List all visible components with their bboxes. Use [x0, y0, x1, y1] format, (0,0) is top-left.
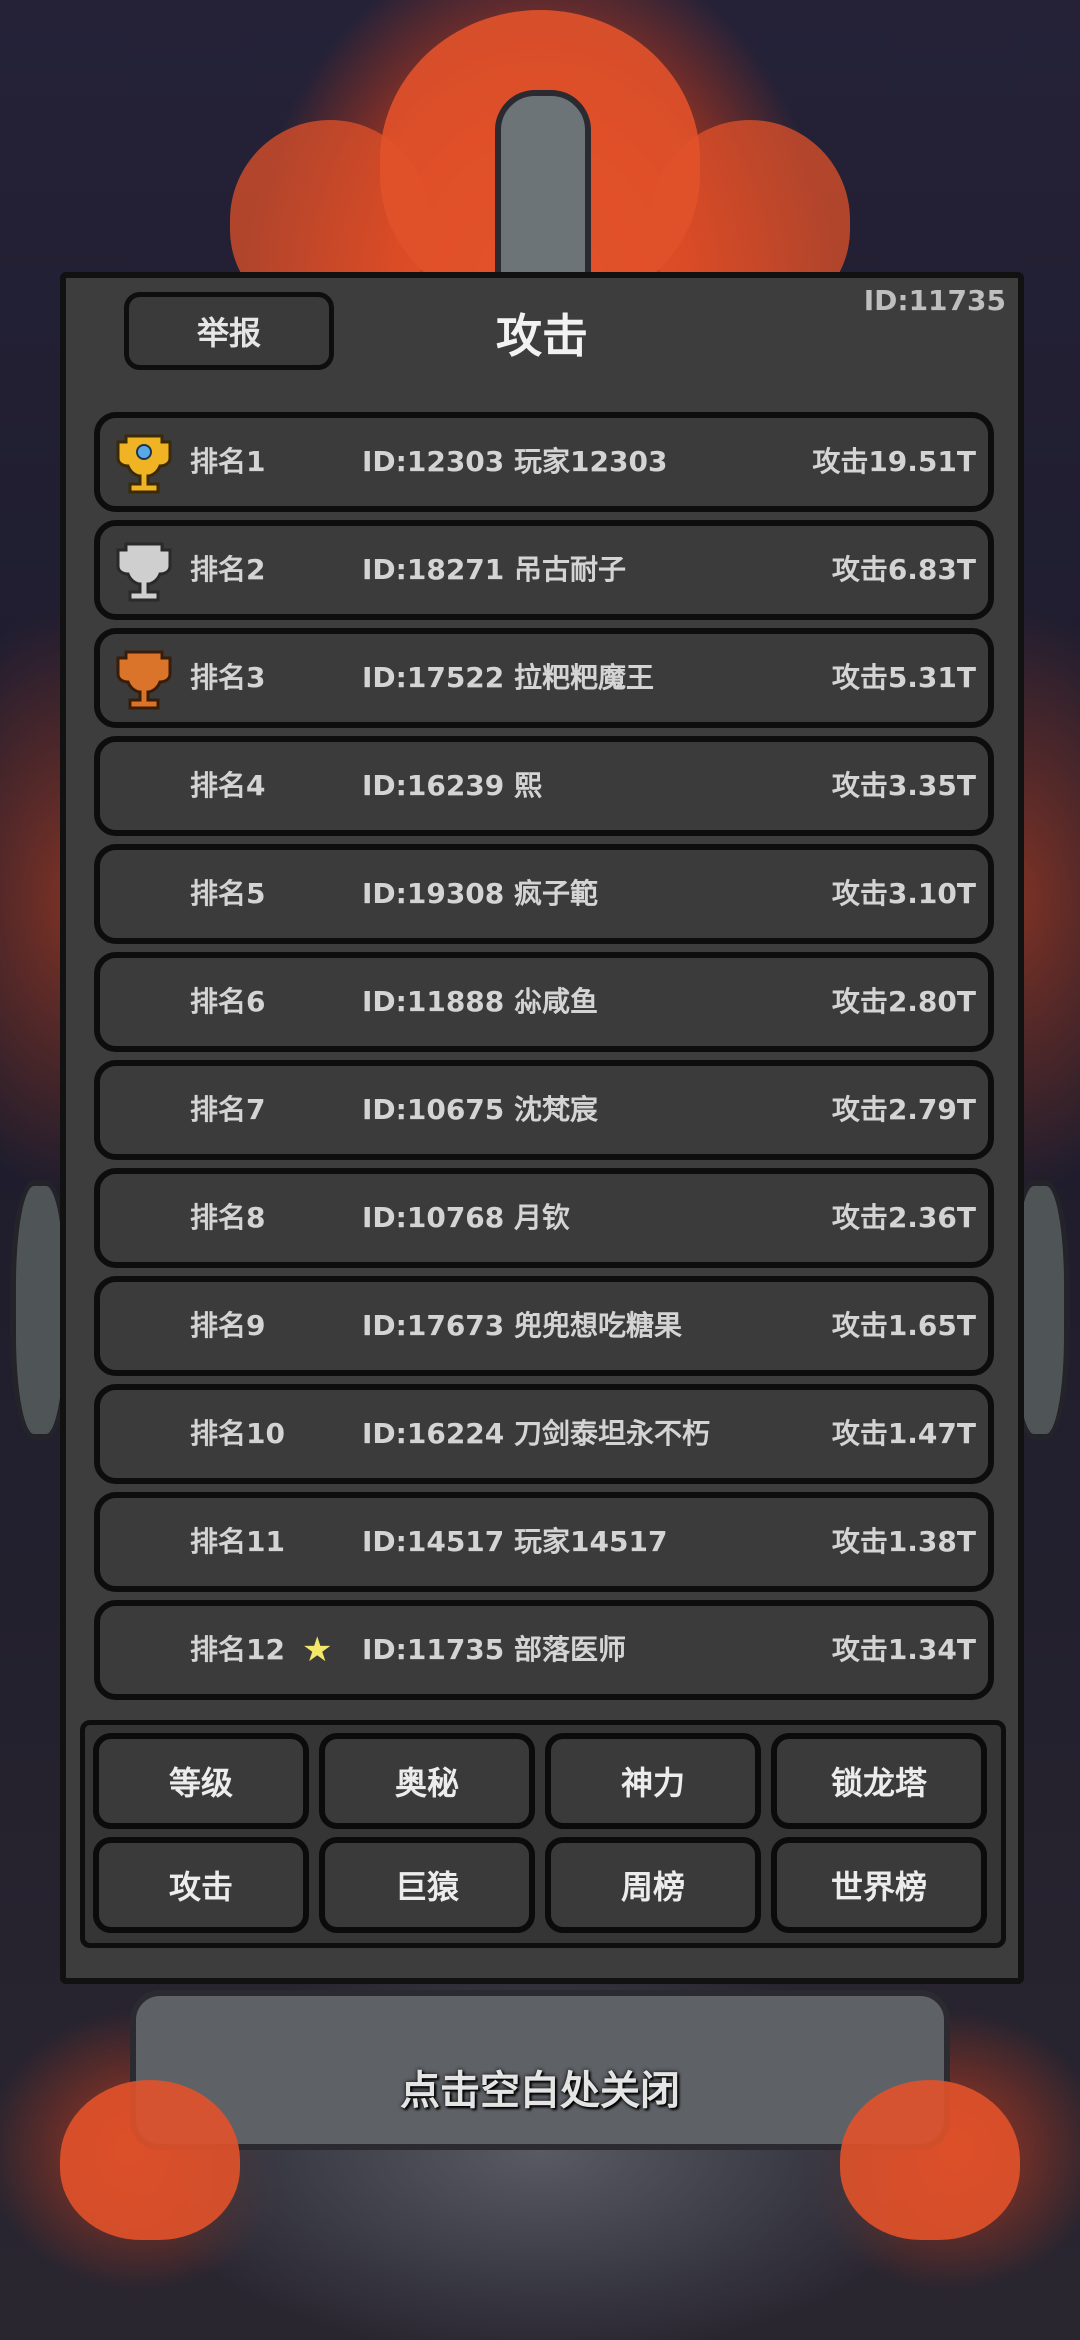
player-label: ID:12303 玩家12303 — [362, 445, 668, 478]
star-icon: ★ — [302, 1630, 333, 1670]
silver-trophy-icon — [116, 542, 172, 602]
attack-value: 攻击1.47T — [831, 1417, 976, 1450]
tab-weekly[interactable]: 周榜 — [545, 1837, 761, 1933]
rank-label: 排名4 — [190, 769, 266, 802]
player-label: ID:17673 兜兜想吃糖果 — [362, 1309, 683, 1342]
ranking-list[interactable]: 排名1 ID:12303 玩家12303 攻击19.51T 排名2 ID:182… — [94, 412, 994, 1702]
player-label: ID:16239 熙 — [362, 769, 543, 802]
ranking-row[interactable]: 排名5 ID:19308 疯子範 攻击3.10T — [94, 844, 994, 944]
rank-label: 排名10 — [190, 1417, 285, 1450]
ranking-row[interactable]: 排名10 ID:16224 刀剑泰坦永不朽 攻击1.47T — [94, 1384, 994, 1484]
rank-label: 排名5 — [190, 877, 266, 910]
tab-world[interactable]: 世界榜 — [771, 1837, 987, 1933]
ranking-row[interactable]: 排名3 ID:17522 拉粑粑魔王 攻击5.31T — [94, 628, 994, 728]
tab-divine-power[interactable]: 神力 — [545, 1733, 761, 1829]
player-label: ID:19308 疯子範 — [362, 877, 599, 910]
player-label: ID:11888 尛咸鱼 — [362, 985, 599, 1018]
ranking-row[interactable]: 排名11 ID:14517 玩家14517 攻击1.38T — [94, 1492, 994, 1592]
rank-label: 排名6 — [190, 985, 266, 1018]
attack-value: 攻击1.65T — [831, 1309, 976, 1342]
attack-value: 攻击19.51T — [812, 445, 976, 478]
ranking-row[interactable]: 排名6 ID:11888 尛咸鱼 攻击2.80T — [94, 952, 994, 1052]
tab-dragon-tower[interactable]: 锁龙塔 — [771, 1733, 987, 1829]
rank-label: 排名11 — [190, 1525, 285, 1558]
rank-label: 排名1 — [190, 445, 266, 478]
attack-value: 攻击1.38T — [831, 1525, 976, 1558]
rank-label: 排名2 — [190, 553, 266, 586]
page-title: 攻击 — [496, 309, 588, 363]
tab-giant-ape[interactable]: 巨猿 — [319, 1837, 535, 1933]
attack-value: 攻击2.79T — [831, 1093, 976, 1126]
ranking-row[interactable]: 排名8 ID:10768 月钦 攻击2.36T — [94, 1168, 994, 1268]
ranking-row[interactable]: 排名4 ID:16239 熙 攻击3.35T — [94, 736, 994, 836]
player-label: ID:11735 部落医师 — [362, 1633, 627, 1666]
attack-value: 攻击1.34T — [831, 1633, 976, 1666]
rank-label: 排名7 — [190, 1093, 266, 1126]
rank-label: 排名3 — [190, 661, 266, 694]
ranking-row[interactable]: 排名9 ID:17673 兜兜想吃糖果 攻击1.65T — [94, 1276, 994, 1376]
rank-label: 排名12 — [190, 1633, 285, 1666]
tab-attack[interactable]: 攻击 — [93, 1837, 309, 1933]
ranking-row[interactable]: 排名7 ID:10675 沈梵宸 攻击2.79T — [94, 1060, 994, 1160]
ranking-row[interactable]: 排名2 ID:18271 吊古耐子 攻击6.83T — [94, 520, 994, 620]
tab-level[interactable]: 等级 — [93, 1733, 309, 1829]
attack-value: 攻击3.10T — [831, 877, 976, 910]
tab-mystery[interactable]: 奥秘 — [319, 1733, 535, 1829]
player-label: ID:18271 吊古耐子 — [362, 553, 627, 586]
leaderboard-panel: ID:11735 举报 攻击 排名1 ID:12303 玩家12303 攻击19… — [60, 272, 1024, 1984]
gold-trophy-icon — [116, 434, 172, 494]
rank-label: 排名8 — [190, 1201, 266, 1234]
player-label: ID:17522 拉粑粑魔王 — [362, 661, 655, 694]
player-label: ID:10675 沈梵宸 — [362, 1093, 599, 1126]
player-label: ID:10768 月钦 — [362, 1201, 571, 1234]
attack-value: 攻击5.31T — [831, 661, 976, 694]
ranking-row-self[interactable]: 排名12 ★ ID:11735 部落医师 攻击1.34T — [94, 1600, 994, 1700]
stone-spire-decoration — [495, 90, 591, 290]
attack-value: 攻击3.35T — [831, 769, 976, 802]
rank-label: 排名9 — [190, 1309, 266, 1342]
ranking-row[interactable]: 排名1 ID:12303 玩家12303 攻击19.51T — [94, 412, 994, 512]
bronze-trophy-icon — [116, 650, 172, 710]
attack-value: 攻击6.83T — [831, 553, 976, 586]
player-label: ID:14517 玩家14517 — [362, 1525, 668, 1558]
attack-value: 攻击2.36T — [831, 1201, 976, 1234]
attack-value: 攻击2.80T — [831, 985, 976, 1018]
category-tabs: 等级 奥秘 神力 锁龙塔 攻击 巨猿 周榜 世界榜 — [80, 1720, 1006, 1948]
player-label: ID:16224 刀剑泰坦永不朽 — [362, 1417, 711, 1450]
close-hint[interactable]: 点击空白处关闭 — [0, 2058, 1080, 2116]
